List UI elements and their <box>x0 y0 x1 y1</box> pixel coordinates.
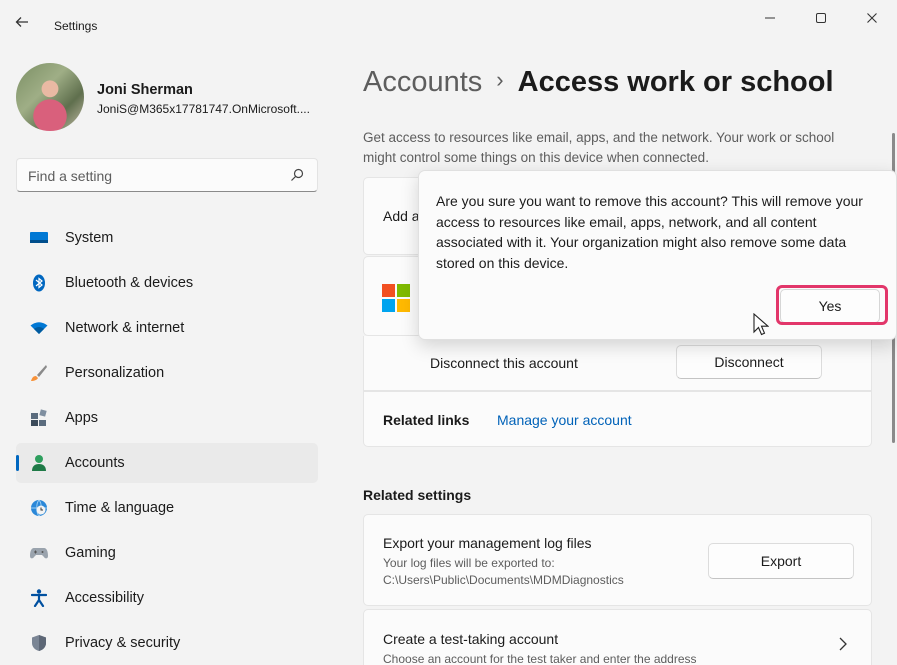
add-account-label: Add a <box>383 208 420 224</box>
bluetooth-icon <box>30 274 48 292</box>
person-icon <box>30 454 48 472</box>
sidebar-item-label: Time & language <box>65 500 175 516</box>
test-account-subtitle: Choose an account for the test taker and… <box>383 652 697 665</box>
dialog-message: Are you sure you want to remove this acc… <box>436 193 863 271</box>
remove-account-dialog: Are you sure you want to remove this acc… <box>418 170 897 340</box>
page-description: Get access to resources like email, apps… <box>363 130 835 165</box>
related-settings-heading: Related settings <box>363 487 472 503</box>
title-bar: Settings <box>0 0 897 48</box>
minimize-icon[interactable] <box>750 8 790 28</box>
related-links-label: Related links <box>383 412 470 428</box>
breadcrumb-separator: › <box>496 67 504 92</box>
test-account-card[interactable]: Create a test-taking account Choose an a… <box>363 609 872 665</box>
manage-account-link[interactable]: Manage your account <box>497 412 632 428</box>
accessibility-icon <box>30 589 48 607</box>
close-icon[interactable] <box>852 8 892 28</box>
page-title: Access work or school <box>517 66 834 98</box>
app-title: Settings <box>54 19 98 33</box>
sidebar-item-personalization[interactable]: Personalization <box>16 353 318 393</box>
selection-indicator <box>16 455 19 471</box>
sidebar-item-accessibility[interactable]: Accessibility <box>16 578 318 618</box>
sidebar-item-network[interactable]: Network & internet <box>16 308 318 348</box>
search-placeholder: Find a setting <box>28 168 113 184</box>
microsoft-logo-icon <box>382 284 410 312</box>
sidebar-item-system[interactable]: System <box>16 218 318 258</box>
brush-icon <box>30 364 48 382</box>
sidebar-item-time-language[interactable]: Time & language <box>16 488 318 528</box>
yes-button[interactable]: Yes <box>780 289 880 323</box>
export-subtitle: Your log files will be exported to: C:\U… <box>383 556 624 587</box>
system-icon <box>30 229 48 247</box>
export-title: Export your management log files <box>383 535 592 551</box>
wifi-icon <box>30 319 48 337</box>
search-icon[interactable] <box>289 167 305 183</box>
sidebar-item-accounts[interactable]: Accounts <box>16 443 318 483</box>
breadcrumb: Accounts › Access work or school <box>363 66 834 99</box>
disconnect-button[interactable]: Disconnect <box>676 345 822 379</box>
sidebar-item-label: Accounts <box>65 455 125 471</box>
avatar[interactable] <box>16 63 84 131</box>
sidebar-item-label: Privacy & security <box>65 635 181 651</box>
export-button[interactable]: Export <box>708 543 854 579</box>
chevron-right-icon <box>838 637 848 656</box>
user-name: Joni Sherman <box>97 82 193 98</box>
sidebar-item-label: Personalization <box>65 365 165 381</box>
sidebar-item-gaming[interactable]: Gaming <box>16 533 318 573</box>
test-account-title: Create a test-taking account <box>383 631 559 647</box>
related-links-row: Related links Manage your account <box>363 391 872 447</box>
sidebar-item-label: Accessibility <box>65 590 144 606</box>
sidebar-item-privacy[interactable]: Privacy & security <box>16 623 318 663</box>
user-email: JoniS@M365x17781747.OnMicrosoft.... <box>97 102 310 116</box>
sidebar-item-bluetooth[interactable]: Bluetooth & devices <box>16 263 318 303</box>
sidebar-item-apps[interactable]: Apps <box>16 398 318 438</box>
sidebar-item-label: System <box>65 230 114 246</box>
breadcrumb-parent[interactable]: Accounts <box>363 66 482 98</box>
disconnect-row: Disconnect this account Disconnect <box>363 336 872 391</box>
search-input[interactable]: Find a setting <box>16 158 318 192</box>
export-logs-card: Export your management log files Your lo… <box>363 514 872 606</box>
apps-icon <box>30 409 48 427</box>
disconnect-label: Disconnect this account <box>430 355 578 371</box>
sidebar-nav: System Bluetooth & devices Network & int… <box>16 218 318 665</box>
mouse-cursor-icon <box>753 312 770 337</box>
gamepad-icon <box>30 544 48 562</box>
globe-clock-icon <box>30 499 48 517</box>
sidebar-item-label: Gaming <box>65 545 116 561</box>
back-arrow-icon[interactable] <box>10 10 34 34</box>
maximize-icon[interactable] <box>801 8 841 28</box>
sidebar-item-label: Apps <box>65 410 99 426</box>
sidebar-item-label: Network & internet <box>65 320 185 336</box>
sidebar-item-label: Bluetooth & devices <box>65 275 194 291</box>
shield-icon <box>30 634 48 652</box>
